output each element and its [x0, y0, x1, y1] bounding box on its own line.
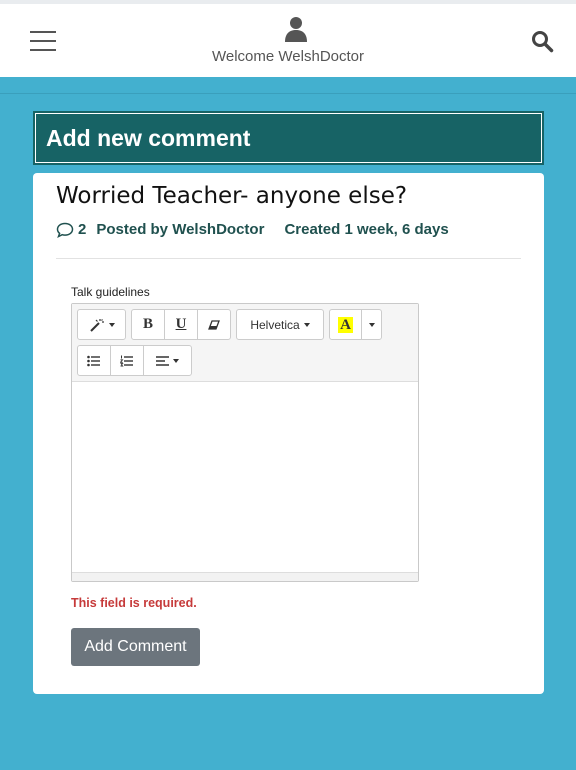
posted-by: Posted by WelshDoctor	[96, 221, 265, 238]
bold-button[interactable]: B	[131, 309, 165, 340]
editor-text-area[interactable]	[72, 382, 418, 572]
ordered-list-button[interactable]	[110, 345, 144, 376]
underline-button[interactable]: U	[164, 309, 198, 340]
section-header: Add new comment	[33, 111, 544, 165]
add-comment-button[interactable]: Add Comment	[71, 628, 200, 666]
welcome-text: Welcome WelshDoctor	[212, 48, 364, 65]
meta-divider	[56, 258, 521, 259]
unordered-list-button[interactable]	[77, 345, 111, 376]
font-color-icon: A	[338, 316, 353, 333]
align-icon	[156, 355, 169, 366]
underline-icon: U	[175, 316, 187, 332]
comment-count: 2	[78, 221, 87, 238]
editor-resize-handle[interactable]	[72, 572, 418, 581]
user-icon[interactable]	[284, 16, 308, 42]
unordered-list-icon	[87, 355, 100, 366]
post-title: Worried Teacher- anyone else?	[56, 183, 408, 209]
ordered-list-icon	[120, 355, 133, 366]
comment-bubble-icon	[56, 222, 74, 238]
paragraph-align-button[interactable]	[143, 345, 192, 376]
post-meta: 2 Posted by WelshDoctor Created 1 week, …	[56, 221, 449, 238]
search-icon[interactable]	[530, 29, 554, 53]
clear-format-button[interactable]	[197, 309, 231, 340]
eraser-icon	[208, 319, 220, 330]
editor-toolbar: B U Helvetica A	[72, 304, 418, 382]
site-header: Welcome WelshDoctor	[0, 4, 576, 77]
font-family-value: Helvetica	[250, 317, 300, 332]
font-family-dropdown[interactable]: Helvetica	[236, 309, 324, 340]
bold-icon: B	[142, 316, 153, 332]
comment-card: Worried Teacher- anyone else? 2 Posted b…	[33, 173, 544, 694]
validation-error: This field is required.	[71, 596, 197, 610]
magic-wand-icon	[89, 318, 104, 332]
section-title: Add new comment	[46, 125, 251, 151]
created-date: Created 1 week, 6 days	[284, 221, 449, 238]
field-label: Talk guidelines	[71, 285, 150, 299]
font-color-button[interactable]: A	[329, 309, 362, 340]
magic-wand-button[interactable]	[77, 309, 126, 340]
header-separator	[0, 93, 576, 94]
font-color-dropdown[interactable]	[361, 309, 382, 340]
rich-text-editor: B U Helvetica A	[71, 303, 419, 582]
